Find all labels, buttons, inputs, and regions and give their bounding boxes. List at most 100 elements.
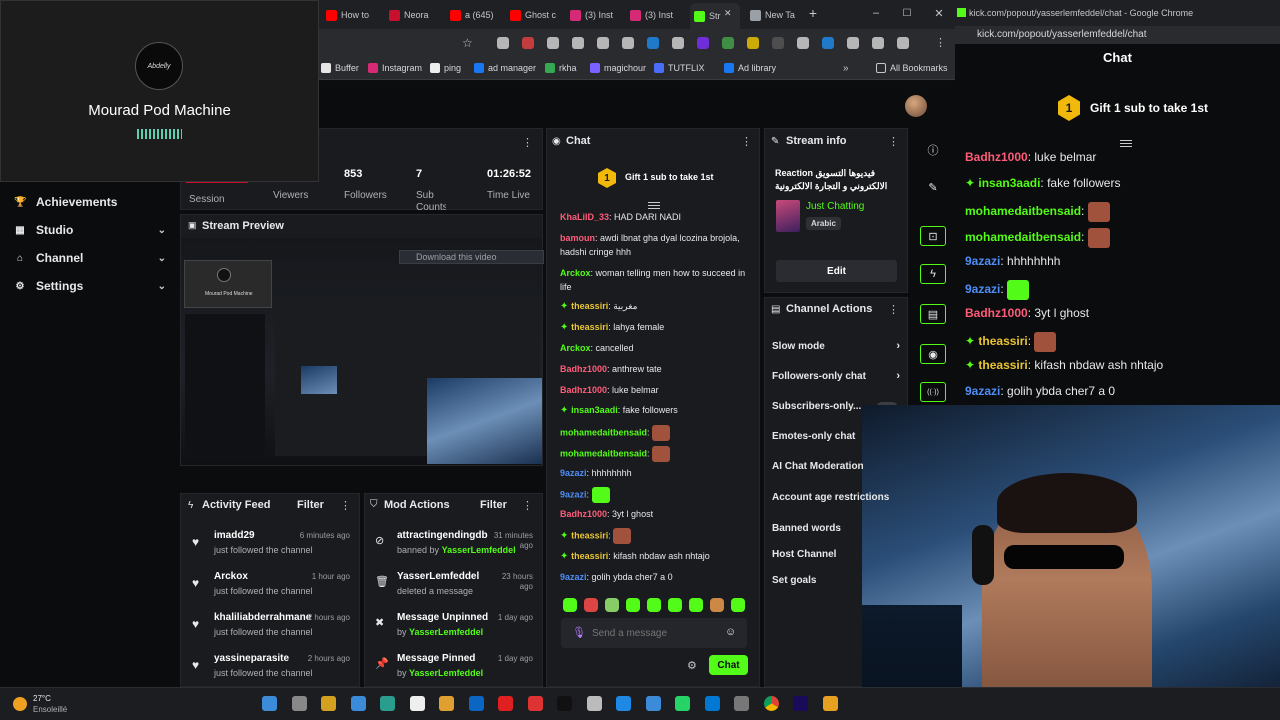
extension-icon[interactable]: [897, 37, 909, 49]
extension-icon[interactable]: [647, 37, 659, 49]
sidebar-item-channel[interactable]: ⌂ Channel ⌄: [14, 251, 166, 265]
popout-collapse-icon[interactable]: [1120, 140, 1132, 141]
outlook-icon[interactable]: [468, 696, 484, 711]
browser-tab[interactable]: How to: [326, 5, 395, 25]
edit-stream-button[interactable]: Edit: [776, 260, 897, 282]
stream-info-more-icon[interactable]: ⋮: [888, 135, 899, 148]
popout-username[interactable]: 9azazi: [965, 384, 1000, 398]
extension-icon[interactable]: [722, 37, 734, 49]
app-icon[interactable]: [380, 696, 395, 711]
popout-url[interactable]: kick.com/popout/yasserlemfeddel/chat: [977, 29, 1147, 40]
word-icon[interactable]: [350, 696, 366, 711]
activity-more-icon[interactable]: ⋮: [340, 499, 351, 512]
bookmark-item[interactable]: Buffer: [321, 63, 359, 73]
bookmark-item[interactable]: ad manager: [474, 63, 536, 73]
popout-username[interactable]: mohamedaitbensaid: [965, 204, 1081, 218]
chrome-icon[interactable]: [763, 696, 779, 711]
sidebar-item-studio[interactable]: ▦ Studio ⌄: [14, 223, 166, 237]
info-icon[interactable]: ⓘ: [920, 140, 946, 160]
chat-username[interactable]: theassiri: [571, 530, 608, 540]
chat-username[interactable]: 9azazi: [560, 489, 587, 499]
bookmark-item[interactable]: TUTFLIX: [654, 63, 705, 73]
chat-username[interactable]: theassiri: [571, 301, 608, 311]
microphone-icon[interactable]: 🎙: [572, 626, 586, 639]
premiere-icon[interactable]: [793, 696, 808, 711]
bookmark-item[interactable]: rkha: [545, 63, 577, 73]
sidebar-item-achievements[interactable]: 🏆 Achievements: [14, 195, 166, 209]
channel-actions-more-icon[interactable]: ⋮: [888, 303, 899, 316]
activity-filter-button[interactable]: Filter: [297, 499, 324, 511]
all-bookmarks-link[interactable]: All Bookmarks: [876, 63, 948, 73]
emote-picker-icon[interactable]: [731, 598, 745, 612]
emote-picker-icon[interactable]: [689, 598, 703, 612]
browser-tab[interactable]: (3) Inst: [630, 5, 696, 25]
new-tab-icon[interactable]: +: [806, 5, 820, 21]
emote-picker-icon[interactable]: [626, 598, 640, 612]
store-icon[interactable]: [704, 696, 720, 711]
chat-username[interactable]: Badhz1000: [560, 385, 607, 395]
app-icon[interactable]: [645, 696, 661, 711]
chat-username[interactable]: bamoun: [560, 233, 595, 243]
browser-tab[interactable]: New Ta: [750, 5, 804, 25]
tiktok-icon[interactable]: [557, 696, 572, 711]
chat-username[interactable]: theassiri: [571, 551, 608, 561]
extension-icon[interactable]: [872, 37, 884, 49]
close-tab-icon[interactable]: ✕: [724, 8, 732, 19]
chat-username[interactable]: mohamedaitbensaid: [560, 427, 647, 437]
chat-username[interactable]: Badhz1000: [560, 509, 607, 519]
broadcast-icon[interactable]: ((·)): [920, 382, 946, 402]
sidebar-item-settings[interactable]: ⚙ Settings ⌄: [14, 279, 166, 293]
app-icon[interactable]: [734, 696, 749, 711]
mod-action-by[interactable]: YasserLemfeddel: [409, 627, 483, 637]
copilot-icon[interactable]: [321, 696, 336, 711]
browser-tab[interactable]: Neora: [389, 5, 453, 25]
channel-action-item[interactable]: Host Channel: [772, 549, 900, 560]
explorer-icon[interactable]: [822, 696, 838, 711]
popout-gift-banner[interactable]: Gift 1 sub to take 1st: [1090, 101, 1208, 115]
popout-username[interactable]: theassiri: [978, 334, 1027, 348]
browser-tab[interactable]: (3) Inst: [570, 5, 636, 25]
chat-message-input[interactable]: [592, 624, 722, 642]
minimize-icon[interactable]: –: [870, 6, 882, 20]
emote-picker-icon[interactable]: [647, 598, 661, 612]
bookmark-item[interactable]: magichour: [590, 63, 646, 73]
chat-username[interactable]: KhaLilD_33: [560, 212, 609, 222]
more-bookmarks-icon[interactable]: »: [843, 63, 849, 74]
whatsapp-icon[interactable]: [675, 696, 690, 711]
popout-username[interactable]: Badhz1000: [965, 150, 1028, 164]
lightning-icon[interactable]: ϟ: [920, 264, 946, 284]
start-icon[interactable]: [262, 696, 277, 711]
stats-more-icon[interactable]: ⋮: [522, 136, 533, 149]
channel-action-item[interactable]: Emotes-only chat: [772, 431, 900, 442]
extension-icon[interactable]: [497, 37, 509, 49]
channel-action-item[interactable]: Set goals: [772, 575, 900, 586]
channel-action-item[interactable]: Subscribers-only...: [772, 401, 900, 412]
extension-icon[interactable]: [672, 37, 684, 49]
channel-action-item[interactable]: Banned words: [772, 523, 900, 534]
browser-tab[interactable]: a (645): [450, 5, 514, 25]
popout-username[interactable]: insan3aadi: [978, 176, 1040, 190]
maximize-icon[interactable]: ☐: [901, 6, 913, 20]
edge-icon[interactable]: [616, 696, 631, 711]
extension-icon[interactable]: [797, 37, 809, 49]
chat-username[interactable]: Arckox: [560, 343, 591, 353]
clip-icon[interactable]: ⊡: [920, 226, 946, 246]
bookmark-item[interactable]: Instagram: [368, 63, 422, 73]
edit-icon[interactable]: ✎: [920, 177, 946, 197]
chat-username[interactable]: insan3aadi: [571, 405, 618, 415]
notes-icon[interactable]: ▤: [920, 304, 946, 324]
popout-username[interactable]: theassiri: [978, 358, 1027, 372]
close-window-icon[interactable]: ✕: [933, 6, 945, 20]
mod-more-icon[interactable]: ⋮: [522, 499, 533, 512]
channel-action-item[interactable]: Followers-only chat ›: [772, 370, 900, 382]
collapse-handle-icon[interactable]: [648, 202, 660, 203]
extension-icon[interactable]: [547, 37, 559, 49]
file-explorer-icon[interactable]: [439, 696, 454, 711]
popout-username[interactable]: 9azazi: [965, 282, 1000, 296]
extension-icon[interactable]: [597, 37, 609, 49]
emote-picker-icon[interactable]: [563, 598, 577, 612]
emote-picker-icon[interactable]: [605, 598, 619, 612]
mod-filter-button[interactable]: Filter: [480, 499, 507, 511]
channel-action-item[interactable]: Slow mode ›: [772, 340, 900, 352]
extension-icon[interactable]: [622, 37, 634, 49]
